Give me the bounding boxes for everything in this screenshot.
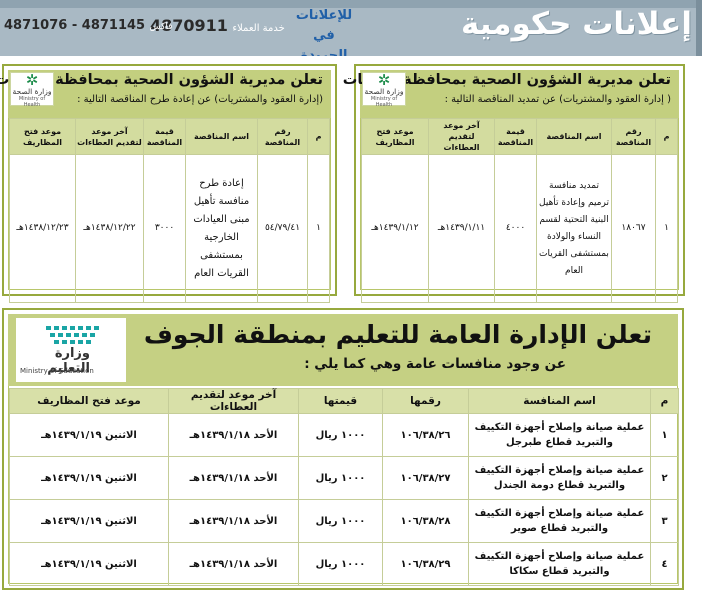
col-header: موعد فتح المظاريف — [9, 388, 169, 414]
banner-promo: للإعلانات في الجريدة — [295, 6, 353, 56]
cell-opening-date: الاثنين ١٤٣٩/١/١٩هـ — [9, 499, 169, 543]
cell-deadline: الأحد ١٤٣٩/١/١٨هـ — [168, 413, 299, 457]
ad-header: تعلن مديرية الشؤون الصحية بمحافظة القريا… — [343, 70, 679, 118]
cell-tender-name: عملية صيانة وإصلاح أجهزة التكييف والتبري… — [468, 456, 651, 500]
logo-text-ar: وزارة الصحة — [12, 87, 52, 96]
cell-tender-name: عملية صيانة وإصلاح أجهزة التكييف والتبري… — [468, 499, 651, 543]
cell-index: ١ — [655, 154, 678, 303]
banner-title: إعلانات حكومية — [460, 6, 692, 42]
col-header: قيمة المناقصة — [143, 118, 186, 155]
cell-index: ٢ — [650, 456, 679, 500]
col-header: رقمها — [382, 388, 469, 414]
cell-number: ١٠٦/٣٨/٢٩ — [382, 542, 469, 586]
cell-deadline: ١٤٣٩/١/١١هـ — [428, 154, 495, 303]
col-header: اسم المناقصة — [185, 118, 258, 155]
ad-subtitle: (إدارة العقود والمشتريات) عن إعادة طرح ا… — [77, 94, 323, 105]
col-header: قيمة المناقصة — [494, 118, 537, 155]
col-header: م — [307, 118, 330, 155]
promo-line-1: للإعلانات — [295, 8, 353, 23]
table-row: ١ عملية صيانة وإصلاح أجهزة التكييف والتب… — [9, 413, 679, 457]
cell-index: ١ — [307, 154, 330, 303]
cell-number: ١٠٦/٣٨/٢٦ — [382, 413, 469, 457]
col-header: موعد فتح المظاريف — [361, 118, 429, 155]
ad-moh-extension: تعلن مديرية الشؤون الصحية بمحافظة القريا… — [343, 64, 685, 303]
cell-index: ١ — [650, 413, 679, 457]
moe-logo: وزارة التعليم Ministry of Education — [16, 318, 126, 382]
fax-numbers: 4871145 - 4871076 — [4, 18, 146, 33]
cell-opening-date: ١٤٣٩/١/١٢هـ — [361, 154, 429, 303]
logo-text-ar: وزارة الصحة — [364, 87, 404, 96]
col-header: آخر موعد لتقديم العطاءات — [168, 388, 299, 414]
cell-deadline: الأحد ١٤٣٩/١/١٨هـ — [168, 542, 299, 586]
logo-text-en: Ministry of Health — [18, 96, 46, 108]
col-header: آخر موعد لتقديم العطاءات — [75, 118, 144, 155]
cell-opening-date: ١٤٣٨/١٢/٢٣هـ — [9, 154, 76, 303]
tender-table: م رقم المناقصة اسم المناقصة قيمة المناقص… — [361, 118, 678, 303]
cell-deadline: الأحد ١٤٣٩/١/١٨هـ — [168, 456, 299, 500]
ad-moh-retender: تعلن مديرية الشؤون الصحية بمحافظة القريا… — [0, 64, 337, 303]
moh-logo: ✲ وزارة الصحة Ministry of Health — [10, 71, 54, 108]
tender-table: م اسم المنافسة رقمها قيمتها آخر موعد لتق… — [9, 388, 679, 586]
cell-tender-name: عملية صيانة وإصلاح أجهزة التكييف والتبري… — [468, 413, 651, 457]
col-header: م — [655, 118, 678, 155]
cell-deadline: ١٤٣٨/١٢/٢٢هـ — [75, 154, 144, 303]
cell-index: ٣ — [650, 499, 679, 543]
cell-tender-name: تمديد منافسة ترميم وإعادة تأهيل البنية ا… — [536, 154, 612, 303]
palm-icon: ✲ — [377, 71, 391, 89]
ad-education: تعلن الإدارة العامة للتعليم بمنطقة الجوف… — [2, 308, 684, 590]
fax-info: فاكس 4871145 - 4871076 — [4, 18, 172, 33]
table-row: ٣ عملية صيانة وإصلاح أجهزة التكييف والتب… — [9, 499, 679, 543]
moe-emblem-icon — [46, 326, 99, 344]
cell-number: ٥٤/٧٩/٤١ — [257, 154, 308, 303]
moh-logo: ✲ وزارة الصحة Ministry of Health — [362, 71, 406, 108]
cell-number: ١٨٠٦٧ — [611, 154, 656, 303]
cell-opening-date: الاثنين ١٤٣٩/١/١٩هـ — [9, 542, 169, 586]
section-banner: إعلانات حكومية للإعلانات في الجريدة خدمة… — [0, 0, 702, 56]
table-header-row: م رقم المناقصة اسم المناقصة قيمة المناقص… — [9, 118, 330, 155]
banner-accent-bar — [696, 0, 702, 56]
ad-title: تعلن الإدارة العامة للتعليم بمنطقة الجوف — [143, 320, 652, 349]
cell-value: ١٠٠٠ ريال — [298, 413, 383, 457]
cell-index: ٤ — [650, 542, 679, 586]
cell-opening-date: الاثنين ١٤٣٩/١/١٩هـ — [9, 456, 169, 500]
promo-line-2: في الجريدة — [300, 28, 348, 56]
fax-label: فاكس — [149, 22, 173, 32]
cell-value: ٣٠٠٠ — [143, 154, 186, 303]
cell-value: ٤٠٠٠ — [494, 154, 537, 303]
table-header-row: م اسم المنافسة رقمها قيمتها آخر موعد لتق… — [9, 388, 679, 414]
cell-number: ١٠٦/٣٨/٢٨ — [382, 499, 469, 543]
col-header: اسم المنافسة — [468, 388, 651, 414]
ad-header: تعلن الإدارة العامة للتعليم بمنطقة الجوف… — [8, 314, 678, 386]
table-row: ١ ١٨٠٦٧ تمديد منافسة ترميم وإعادة تأهيل … — [361, 154, 678, 303]
cell-tender-name: إعادة طرح منافسة تأهيل مبنى العيادات الخ… — [185, 154, 258, 303]
service-label: خدمة العملاء — [232, 23, 285, 34]
cell-deadline: الأحد ١٤٣٩/١/١٨هـ — [168, 499, 299, 543]
cell-opening-date: الاثنين ١٤٣٩/١/١٩هـ — [9, 413, 169, 457]
cell-value: ١٠٠٠ ريال — [298, 456, 383, 500]
table-row: ١ ٥٤/٧٩/٤١ إعادة طرح منافسة تأهيل مبنى ا… — [9, 154, 330, 303]
col-header: رقم المناقصة — [257, 118, 308, 155]
cell-tender-name: عملية صيانة وإصلاح أجهزة التكييف والتبري… — [468, 542, 651, 586]
table-header-row: م رقم المناقصة اسم المناقصة قيمة المناقص… — [361, 118, 678, 155]
col-header: آخر موعد لتقديم العطاءات — [428, 118, 495, 155]
col-header: اسم المناقصة — [536, 118, 612, 155]
col-header: قيمتها — [298, 388, 383, 414]
col-header: موعد فتح المظاريف — [9, 118, 76, 155]
cell-value: ١٠٠٠ ريال — [298, 499, 383, 543]
tender-table: م رقم المناقصة اسم المناقصة قيمة المناقص… — [9, 118, 330, 303]
logo-text-en: Ministry of Education — [20, 367, 94, 375]
table-row: ٢ عملية صيانة وإصلاح أجهزة التكييف والتب… — [9, 456, 679, 500]
cell-value: ١٠٠٠ ريال — [298, 542, 383, 586]
col-header: رقم المناقصة — [611, 118, 656, 155]
ad-subtitle: ( إدارة العقود والمشتريات) عن تمديد المن… — [444, 94, 671, 105]
palm-icon: ✲ — [25, 71, 39, 89]
col-header: م — [650, 388, 679, 414]
cell-number: ١٠٦/٣٨/٢٧ — [382, 456, 469, 500]
ad-subtitle: عن وجود منافسات عامة وهي كما يلي : — [304, 356, 566, 372]
table-row: ٤ عملية صيانة وإصلاح أجهزة التكييف والتب… — [9, 542, 679, 586]
ad-header: تعلن مديرية الشؤون الصحية بمحافظة القريا… — [0, 70, 331, 118]
logo-text-en: Ministry of Health — [370, 96, 398, 108]
